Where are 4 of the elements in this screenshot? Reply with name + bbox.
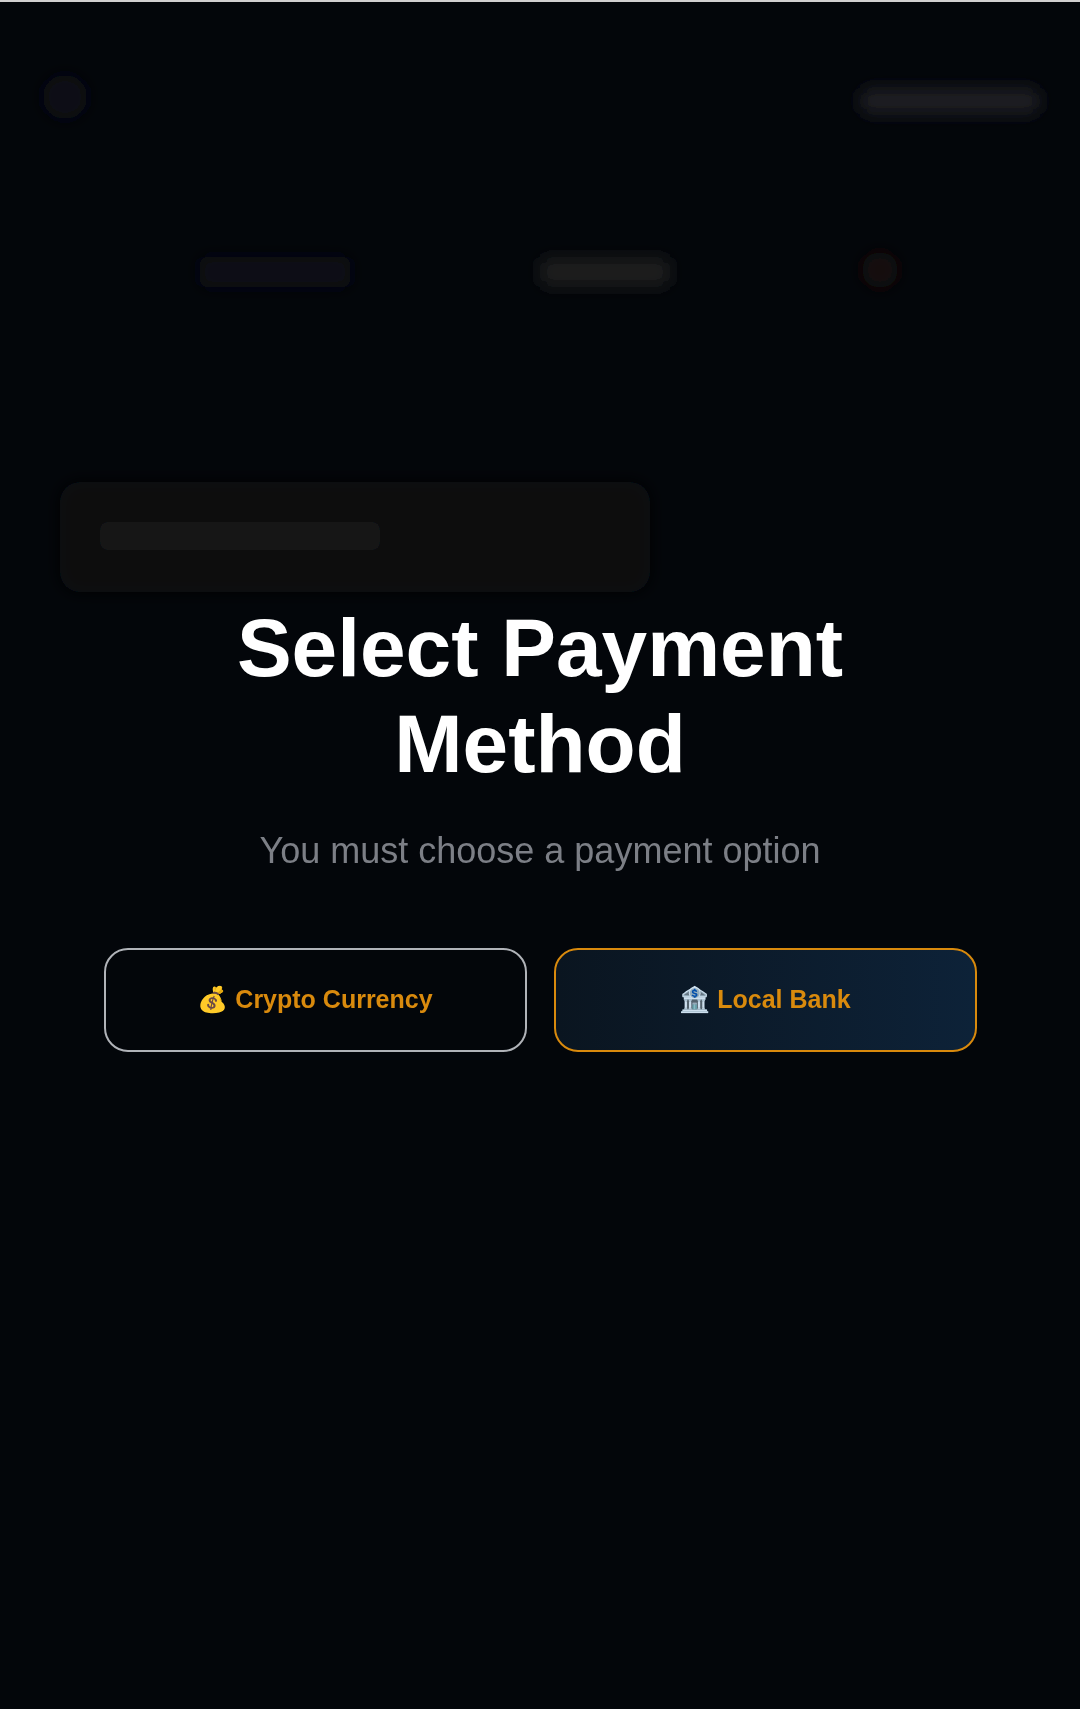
payment-option-button[interactable]: 💰 Crypto Currency [103,948,527,1052]
payment-option-button[interactable]: 🏦 Local Bank [553,948,977,1052]
dialog-title: Select Payment Method [235,601,845,791]
dialog-subtitle: You must choose a payment option [259,829,821,873]
